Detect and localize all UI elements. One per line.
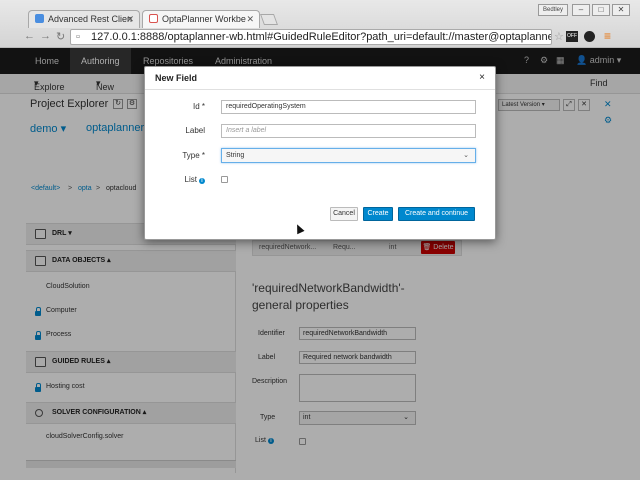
maximize-icon[interactable]: □ [592,4,610,16]
tab-label: OptaPlanner Workbe [162,14,246,24]
list-label: List i [145,175,205,184]
cancel-button[interactable]: Cancel [330,207,358,221]
dialog-title: New Field [155,73,198,83]
minimize-icon[interactable]: – [572,4,590,16]
create-button[interactable]: Create [363,207,393,221]
label-field[interactable]: Insert a label [221,124,476,138]
id-label: Id * [192,102,205,111]
tab-favicon-icon [149,14,158,23]
window-profile-label: Bedtley [538,4,568,16]
close-tab-icon[interactable]: ✕ [246,14,254,25]
reload-icon[interactable]: ↻ [56,30,65,43]
forward-icon[interactable]: → [40,30,51,42]
info-icon: i [199,178,205,184]
close-icon[interactable]: × [479,72,485,83]
tab-favicon-icon [35,14,44,23]
tab-label: Advanced Rest Clien [48,14,133,24]
new-tab-button[interactable] [259,14,279,25]
id-field[interactable]: requiredOperatingSystem [221,100,476,114]
label-label: Label [185,126,205,135]
type-select[interactable]: String ⌄ [221,148,476,163]
create-and-continue-button[interactable]: Create and continue [398,207,475,221]
chevron-down-icon: ⌄ [463,152,469,159]
close-tab-icon[interactable]: ✕ [126,14,134,25]
address-bar[interactable]: ▫ 127.0.0.1:8888/optaplanner-wb.html#Gui… [70,29,552,45]
bookmark-star-icon[interactable]: ☆ [554,30,564,43]
back-icon[interactable]: ← [24,30,35,42]
extension-icon[interactable] [584,31,595,42]
list-checkbox[interactable] [221,176,228,183]
type-label: Type * [182,151,205,160]
menu-icon[interactable]: ≡ [604,29,611,43]
divider [145,89,495,90]
address-text: 127.0.0.1:8888/optaplanner-wb.html#Guide… [91,31,552,43]
extension-icon[interactable]: OFF [566,31,578,42]
close-window-icon[interactable]: ✕ [612,4,630,16]
tab-advanced-rest-client[interactable]: Advanced Rest Clien ✕ [28,10,140,28]
page-icon: ▫ [76,31,80,43]
tab-optaplanner[interactable]: OptaPlanner Workbe ✕ [142,10,260,28]
new-field-dialog: New Field × Id * requiredOperatingSystem… [144,66,496,240]
browser-chrome: Advanced Rest Clien ✕ OptaPlanner Workbe… [0,0,640,48]
